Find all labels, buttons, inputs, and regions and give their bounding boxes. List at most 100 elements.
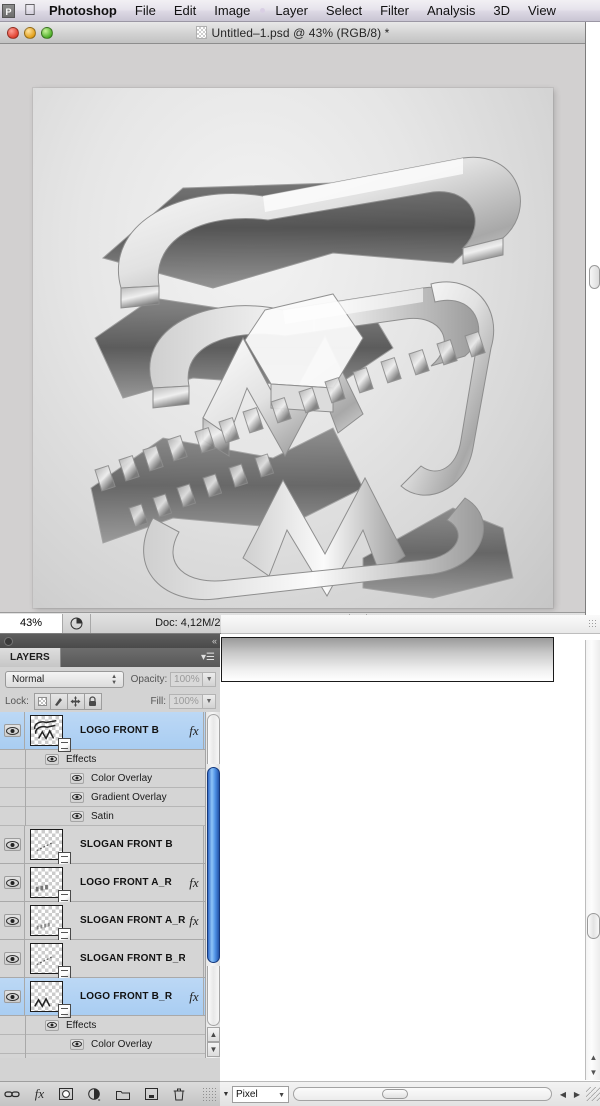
menu-item-photoshop[interactable]: Photoshop bbox=[40, 0, 126, 22]
eye-icon[interactable] bbox=[70, 1057, 84, 1058]
layer-thumbnail[interactable] bbox=[30, 715, 71, 752]
blend-mode-select[interactable]: Normal ▲ ▼ bbox=[5, 671, 124, 688]
layer-thumbnail[interactable] bbox=[30, 867, 71, 904]
document-title-bar[interactable]: Untitled–1.psd @ 43% (RGB/8) * bbox=[0, 22, 585, 44]
panel-dock-dot-icon[interactable] bbox=[4, 636, 13, 646]
collapse-icon[interactable]: « bbox=[212, 636, 217, 646]
layer-name[interactable]: SLOGAN FRONT A_R bbox=[80, 915, 185, 926]
new-group-icon[interactable] bbox=[116, 1089, 131, 1100]
layer-thumbnail[interactable] bbox=[30, 943, 71, 980]
eye-icon[interactable] bbox=[3, 914, 21, 927]
eye-icon[interactable] bbox=[3, 876, 21, 889]
layer-thumbnail[interactable] bbox=[30, 981, 71, 1018]
menu-item-image[interactable]: Image bbox=[205, 0, 259, 22]
close-button[interactable] bbox=[7, 27, 19, 39]
effect-row[interactable]: Color Overlay bbox=[0, 1034, 220, 1054]
layer-list[interactable]: LOGO FRONT B fx ▲ Effects Color bbox=[0, 712, 220, 1058]
menu-item-filter[interactable]: Filter bbox=[371, 0, 418, 22]
document-thumbnail-icon[interactable] bbox=[63, 613, 91, 633]
panel-resize-grip-icon[interactable] bbox=[202, 1087, 217, 1101]
scroll-right-arrow-icon[interactable]: ▶ bbox=[570, 1087, 584, 1101]
layers-scrollbar-thumb[interactable] bbox=[207, 767, 220, 963]
table-row[interactable]: SLOGAN FRONT B bbox=[0, 825, 220, 866]
menu-item-select[interactable]: Select bbox=[317, 0, 371, 22]
menu-item-edit[interactable]: Edit bbox=[165, 0, 205, 22]
layer-name[interactable]: LOGO FRONT A_R bbox=[80, 877, 185, 888]
layer-fx-icon[interactable]: fx bbox=[185, 723, 203, 739]
eye-icon[interactable] bbox=[70, 791, 84, 803]
layer-visibility-cell[interactable] bbox=[0, 863, 25, 902]
lock-transparent-pixels-button[interactable] bbox=[33, 692, 51, 710]
eye-icon[interactable] bbox=[45, 753, 59, 765]
effects-group-row[interactable]: Effects bbox=[0, 1015, 220, 1035]
table-row[interactable]: LOGO FRONT B fx ▲ bbox=[0, 712, 220, 752]
scroll-up-arrow-icon[interactable]: ▲ bbox=[207, 1027, 220, 1042]
delete-layer-icon[interactable] bbox=[173, 1088, 185, 1101]
layer-fx-icon[interactable]: fx bbox=[185, 875, 203, 891]
effect-row[interactable]: Gradient Overlay bbox=[0, 1053, 220, 1058]
effect-row[interactable]: Satin bbox=[0, 806, 220, 826]
fill-field[interactable]: 100% bbox=[169, 693, 203, 709]
window-resize-grip-icon[interactable] bbox=[586, 1087, 600, 1101]
layer-visibility-cell[interactable] bbox=[0, 825, 25, 864]
panel-resize-grip-icon[interactable] bbox=[588, 619, 598, 629]
layer-thumbnail[interactable] bbox=[30, 829, 71, 866]
opacity-dropdown-icon[interactable]: ▼ bbox=[203, 672, 216, 687]
layer-fx-icon[interactable]: fx bbox=[185, 913, 203, 929]
layer-name[interactable]: LOGO FRONT B_R bbox=[80, 991, 185, 1002]
scroll-up-arrow-icon[interactable]: ▲ bbox=[587, 1050, 600, 1065]
scroll-left-arrow-icon[interactable]: ◀ bbox=[556, 1087, 570, 1101]
eye-icon[interactable] bbox=[70, 772, 84, 784]
window-vertical-scrollbar[interactable]: ▲ ▼ bbox=[585, 640, 600, 1080]
layer-name[interactable]: SLOGAN FRONT B_R bbox=[80, 953, 185, 964]
layer-mask-icon[interactable] bbox=[59, 1088, 74, 1100]
effect-row[interactable]: Gradient Overlay bbox=[0, 787, 220, 807]
adjustment-layer-icon[interactable] bbox=[88, 1087, 101, 1101]
effect-row[interactable]: Color Overlay bbox=[0, 768, 220, 788]
link-layers-icon[interactable] bbox=[4, 1089, 20, 1099]
lock-position-button[interactable] bbox=[67, 692, 85, 710]
horizontal-scrollbar-track[interactable] bbox=[293, 1087, 552, 1101]
horizontal-scrollbar-thumb[interactable] bbox=[382, 1089, 408, 1099]
layer-fx-icon[interactable]: fx bbox=[185, 989, 203, 1005]
apple-icon[interactable]:  bbox=[24, 2, 36, 18]
panel-menu-icon[interactable]: ▾☰ bbox=[201, 652, 215, 663]
blend-mode-stepper-icon[interactable]: ▲ ▼ bbox=[109, 673, 120, 687]
scrollbar-track-top[interactable] bbox=[207, 714, 220, 764]
layer-visibility-cell[interactable] bbox=[0, 901, 25, 940]
eye-icon[interactable] bbox=[3, 724, 21, 737]
menu-item-analysis[interactable]: Analysis bbox=[418, 0, 484, 22]
table-row[interactable]: SLOGAN FRONT A_R fx ▼ bbox=[0, 901, 220, 942]
eye-icon[interactable] bbox=[45, 1019, 59, 1031]
layer-visibility-cell[interactable] bbox=[0, 977, 25, 1016]
opacity-field[interactable]: 100% bbox=[170, 672, 204, 687]
table-row[interactable]: SLOGAN FRONT B_R bbox=[0, 939, 220, 980]
artboard[interactable] bbox=[33, 88, 553, 608]
eye-icon[interactable] bbox=[3, 990, 21, 1003]
layer-visibility-cell[interactable] bbox=[0, 712, 25, 750]
fill-dropdown-icon[interactable]: ▼ bbox=[203, 693, 216, 709]
unit-select[interactable]: Pixel ▼ bbox=[232, 1085, 289, 1103]
table-row[interactable]: LOGO FRONT B_R fx ▲ bbox=[0, 977, 220, 1018]
layer-name[interactable]: SLOGAN FRONT B bbox=[80, 839, 185, 850]
eye-icon[interactable] bbox=[3, 952, 21, 965]
layer-visibility-cell[interactable] bbox=[0, 939, 25, 978]
eye-icon[interactable] bbox=[3, 838, 21, 851]
zoom-button[interactable] bbox=[41, 27, 53, 39]
menu-item-view[interactable]: View bbox=[519, 0, 565, 22]
effects-group-row[interactable]: Effects bbox=[0, 749, 220, 769]
table-row[interactable]: LOGO FRONT A_R fx ▼ bbox=[0, 863, 220, 904]
layer-name[interactable]: LOGO FRONT B bbox=[80, 725, 185, 736]
tab-layers[interactable]: LAYERS bbox=[0, 648, 61, 667]
menu-item-3d[interactable]: 3D bbox=[484, 0, 519, 22]
menu-item-file[interactable]: File bbox=[126, 0, 165, 22]
scrollbar-side-thumb[interactable] bbox=[589, 265, 600, 289]
zoom-level-field[interactable]: 43% bbox=[0, 613, 63, 633]
lock-all-button[interactable] bbox=[84, 692, 102, 710]
layers-panel-scrollbar[interactable]: ▲ ▼ bbox=[205, 712, 220, 1058]
minimize-button[interactable] bbox=[24, 27, 36, 39]
canvas-area[interactable] bbox=[0, 44, 585, 612]
scroll-down-arrow-icon[interactable]: ▼ bbox=[587, 1065, 600, 1080]
chevron-down-icon[interactable]: ▼ bbox=[278, 1092, 285, 1099]
layer-thumbnail[interactable] bbox=[30, 905, 71, 942]
